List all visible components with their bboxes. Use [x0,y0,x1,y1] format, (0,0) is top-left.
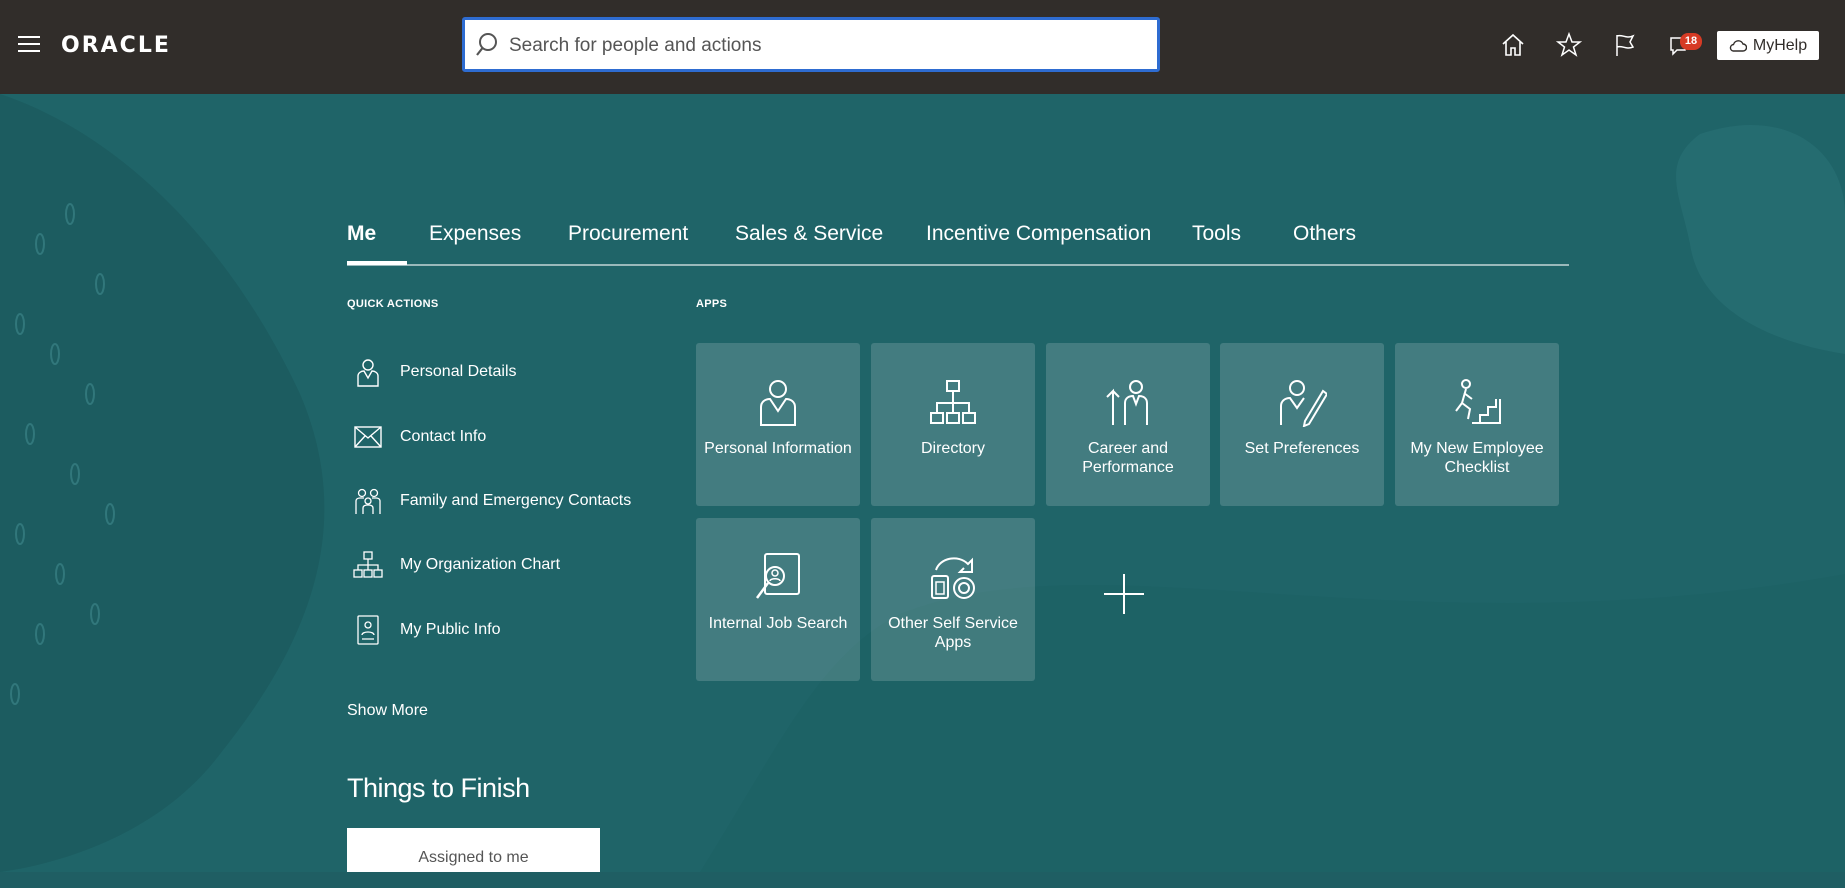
app-tile-label: Internal Job Search [708,615,848,632]
job-search-icon [755,553,800,599]
app-tile-label: Set Preferences [1244,440,1360,457]
preferences-icon [1280,380,1327,427]
career-icon [1106,380,1148,425]
person-icon [760,380,796,426]
home-icon[interactable] [1500,32,1526,58]
app-tile-label: Other Self Service Apps [888,615,1018,651]
star-icon[interactable] [1556,32,1582,58]
quick-actions-heading: QUICK ACTIONS [347,298,439,310]
app-tile-label: Directory [920,440,985,457]
tab-others[interactable]: Others [1293,222,1356,246]
app-tile-directory[interactable]: Directory [871,343,1035,506]
id-badge-icon [353,615,383,645]
active-tab-indicator [347,261,407,265]
quick-action-my-organization-chart[interactable]: My Organization Chart [353,547,560,583]
quick-action-family-emergency-contacts[interactable]: Family and Emergency Contacts [353,483,631,519]
quick-action-label: Personal Details [400,363,517,380]
add-app-icon[interactable] [1100,570,1148,618]
quick-action-contact-info[interactable]: Contact Info [353,419,486,455]
quick-action-label: My Organization Chart [400,556,561,573]
app-tile-set-preferences[interactable]: Set Preferences [1220,343,1384,506]
quick-action-my-public-info[interactable]: My Public Info [353,612,500,648]
search-icon [476,33,497,56]
self-service-icon [931,557,975,599]
quick-action-label: Contact Info [400,428,487,445]
tab-expenses[interactable]: Expenses [429,222,521,246]
app-tile-new-employee-checklist[interactable]: My New Employee Checklist [1395,343,1559,506]
app-tile-personal-information[interactable]: Personal Information [696,343,860,506]
search-input[interactable] [507,20,1151,71]
global-search[interactable] [462,17,1160,72]
tab-me[interactable]: Me [347,222,376,246]
notification-count-badge: 18 [1680,33,1702,50]
app-tile-label: Career and Performance [1082,440,1174,476]
assigned-to-me-tab[interactable]: Assigned to me [347,828,600,872]
myhelp-label: MyHelp [1752,36,1808,54]
oracle-logo[interactable]: ORACLE [61,33,171,58]
org-chart-icon [930,380,976,424]
app-tile-label: Personal Information [704,440,852,457]
quick-action-label: Family and Emergency Contacts [400,492,632,509]
family-icon [353,486,383,516]
stairs-icon [1455,379,1501,424]
tab-tools[interactable]: Tools [1192,222,1241,246]
envelope-icon [353,422,383,452]
navigation-tabs: Me Expenses Procurement Sales & Service … [347,218,1569,266]
tab-sales-service[interactable]: Sales & Service [735,222,883,246]
app-tile-other-self-service-apps[interactable]: Other Self Service Apps [871,518,1035,681]
org-chart-icon [353,550,383,580]
hamburger-menu-icon[interactable] [18,36,40,54]
app-tile-career-performance[interactable]: Career and Performance [1046,343,1210,506]
top-bar: ORACLE 18 MyHelp [0,0,1845,94]
quick-action-label: My Public Info [400,621,501,638]
show-more-link[interactable]: Show More [347,702,428,720]
tab-incentive-compensation[interactable]: Incentive Compensation [926,222,1151,246]
person-icon [353,357,383,387]
quick-action-personal-details[interactable]: Personal Details [353,354,517,390]
things-to-finish-heading: Things to Finish [347,773,530,803]
apps-heading: APPS [696,298,728,310]
flag-icon[interactable] [1612,32,1638,58]
myhelp-button[interactable]: MyHelp [1717,31,1819,60]
app-tile-label: My New Employee Checklist [1410,440,1544,476]
app-tile-internal-job-search[interactable]: Internal Job Search [696,518,860,681]
tab-procurement[interactable]: Procurement [568,222,688,246]
cloud-help-icon [1729,39,1747,52]
